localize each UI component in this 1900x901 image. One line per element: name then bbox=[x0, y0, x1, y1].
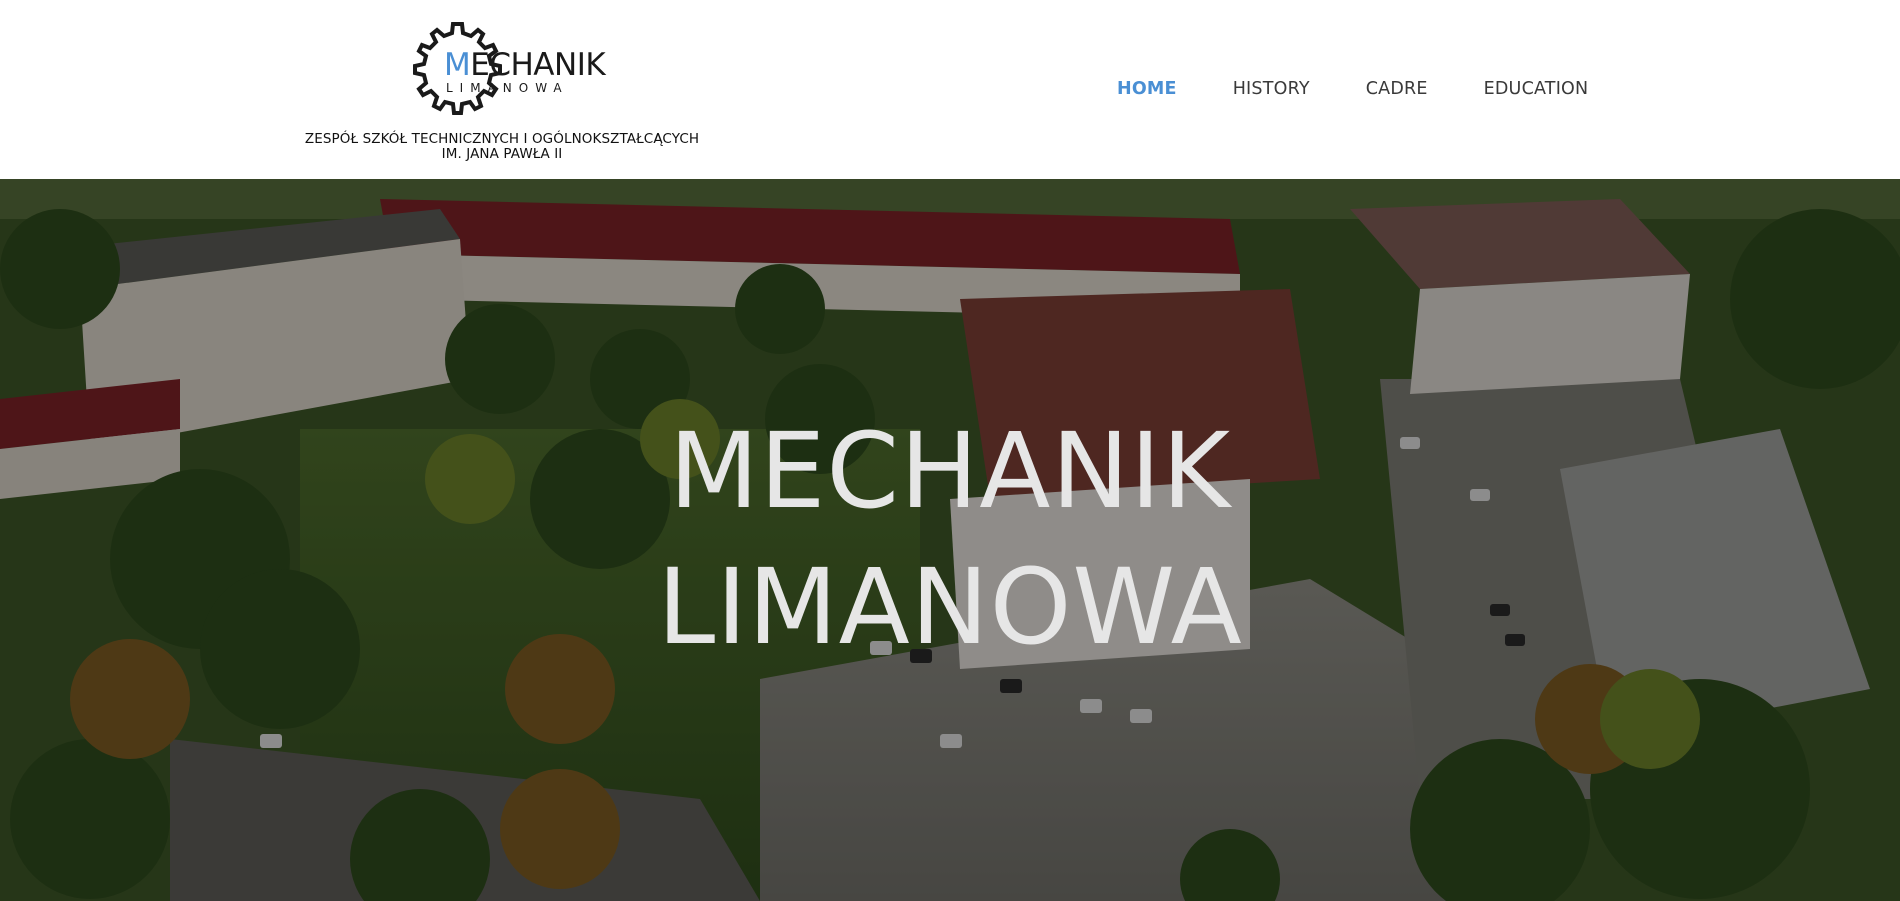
nav-education[interactable]: EDUCATION bbox=[1484, 78, 1589, 100]
logo-wordmark: MECHANIK bbox=[444, 47, 606, 83]
school-name: ZESPÓŁ SZKÓŁ TECHNICZNYCH I OGÓLNOKSZTAŁ… bbox=[300, 132, 704, 162]
nav-cadre[interactable]: CADRE bbox=[1366, 78, 1428, 100]
hero-overlay bbox=[0, 179, 1900, 901]
school-name-line1: ZESPÓŁ SZKÓŁ TECHNICZNYCH I OGÓLNOKSZTAŁ… bbox=[304, 131, 700, 147]
nav-home[interactable]: HOME bbox=[1117, 78, 1177, 100]
site-header: MECHANIK LIMANOWA ZESPÓŁ SZKÓŁ TECHNICZN… bbox=[0, 0, 1900, 179]
logo-subtitle: LIMANOWA bbox=[446, 81, 569, 95]
hero-title-line2: LIMANOWA bbox=[657, 546, 1243, 668]
hero-title-line1: MECHANIK bbox=[668, 410, 1232, 532]
school-name-line2: IM. JANA PAWŁA II bbox=[441, 146, 563, 162]
main-nav: HOME HISTORY CADRE EDUCATION bbox=[1117, 78, 1588, 100]
hero-banner: MECHANIK LIMANOWA bbox=[0, 179, 1900, 901]
nav-history[interactable]: HISTORY bbox=[1233, 78, 1310, 100]
school-logo[interactable]: MECHANIK LIMANOWA ZESPÓŁ SZKÓŁ TECHNICZN… bbox=[300, 14, 704, 166]
